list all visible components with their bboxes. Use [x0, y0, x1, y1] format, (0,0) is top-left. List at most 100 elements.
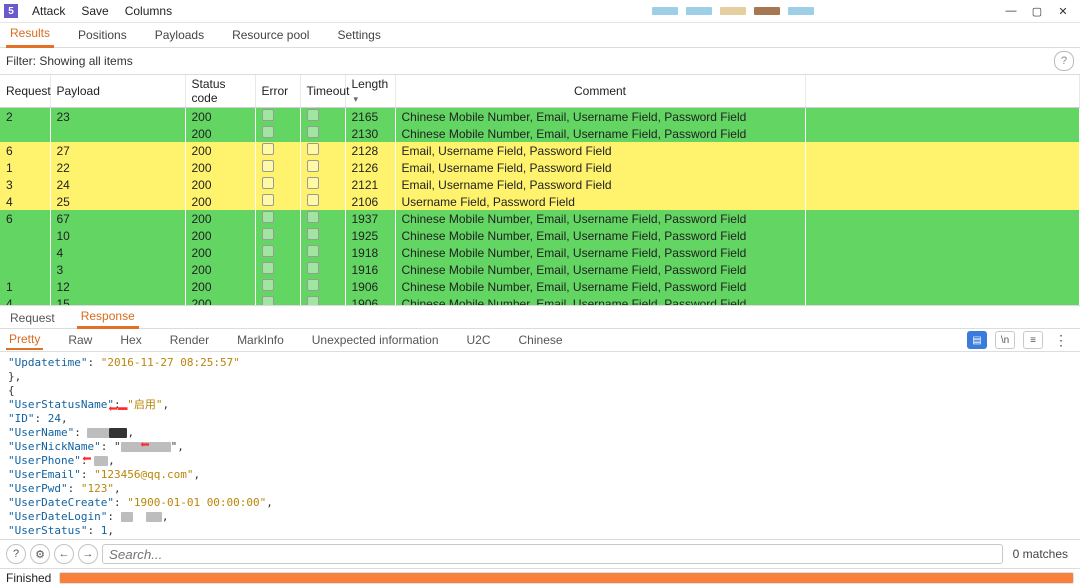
checkbox-icon	[262, 245, 274, 257]
checkbox-icon	[262, 177, 274, 189]
field-id: "ID"	[8, 412, 35, 425]
app-icon: 5	[4, 4, 18, 18]
tab-resource[interactable]: Resource pool	[228, 24, 313, 47]
field-username: "UserName"	[8, 426, 74, 439]
checkbox-icon	[262, 126, 274, 138]
col-payload[interactable]: Payload	[50, 75, 185, 108]
checkbox-icon	[262, 279, 274, 291]
checkbox-icon	[307, 262, 319, 274]
checkbox-icon	[262, 228, 274, 240]
field-userstatus: "UserStatus"	[8, 524, 87, 537]
table-row[interactable]: 1122001906Chinese Mobile Number, Email, …	[0, 278, 1080, 295]
word-wrap-icon[interactable]: \n	[995, 331, 1015, 349]
status-label: Finished	[6, 571, 51, 585]
tab-request[interactable]: Request	[6, 308, 59, 328]
table-row[interactable]: 2002130Chinese Mobile Number, Email, Use…	[0, 125, 1080, 142]
close-button[interactable]: ✕	[1050, 1, 1076, 21]
help-icon[interactable]: ?	[1054, 51, 1074, 71]
layout-rows-icon[interactable]: ≡	[1023, 331, 1043, 349]
col-request[interactable]: Request	[0, 75, 50, 108]
checkbox-icon	[307, 228, 319, 240]
table-row[interactable]: 102001925Chinese Mobile Number, Email, U…	[0, 227, 1080, 244]
col-error[interactable]: Error	[255, 75, 300, 108]
view-chinese[interactable]: Chinese	[516, 331, 566, 349]
filter-bar[interactable]: Filter: Showing all items ?	[0, 48, 1080, 75]
menu-save[interactable]: Save	[73, 2, 116, 20]
search-bar: ? ⚙ ← → 0 matches	[0, 539, 1080, 568]
checkbox-icon	[262, 296, 274, 306]
sort-desc-icon: ▾	[354, 94, 359, 105]
title-bar: 5 Attack Save Columns — ▢ ✕	[0, 0, 1080, 23]
checkbox-icon	[307, 126, 319, 138]
table-row[interactable]: 4252002106Username Field, Password Field	[0, 193, 1080, 210]
table-row[interactable]: 32001916Chinese Mobile Number, Email, Us…	[0, 261, 1080, 278]
search-input[interactable]	[102, 544, 1003, 564]
menu-columns[interactable]: Columns	[117, 2, 180, 20]
field-usernickname: "UserNickName"	[8, 440, 101, 453]
taskbar-hint	[686, 7, 712, 15]
view-raw[interactable]: Raw	[65, 331, 95, 349]
checkbox-icon	[262, 160, 274, 172]
search-prev-icon[interactable]: ←	[54, 544, 74, 564]
checkbox-icon	[307, 109, 319, 121]
checkbox-icon	[307, 279, 319, 291]
col-comment[interactable]: Comment	[395, 75, 805, 108]
tab-settings[interactable]: Settings	[333, 24, 384, 47]
layout-columns-icon[interactable]: ▤	[967, 331, 987, 349]
tab-response[interactable]: Response	[77, 306, 139, 329]
table-row[interactable]: 2232002165Chinese Mobile Number, Email, …	[0, 108, 1080, 126]
filter-text: Filter: Showing all items	[6, 54, 133, 68]
status-bar: Finished	[0, 568, 1080, 587]
search-settings-icon[interactable]: ⚙	[30, 544, 50, 564]
results-table[interactable]: Request Payload Status code Error Timeou…	[0, 75, 1080, 306]
checkbox-icon	[262, 211, 274, 223]
search-help-icon[interactable]: ?	[6, 544, 26, 564]
table-row[interactable]: 1222002126Email, Username Field, Passwor…	[0, 159, 1080, 176]
rr-tabs: Request Response	[0, 306, 1080, 329]
field-usertype: "UserType"	[8, 538, 74, 539]
taskbar-hint	[754, 7, 780, 15]
checkbox-icon	[307, 211, 319, 223]
checkbox-icon	[262, 143, 274, 155]
taskbar-hint	[720, 7, 746, 15]
col-length[interactable]: Length▾	[345, 75, 395, 108]
tab-results[interactable]: Results	[6, 22, 54, 48]
field-userdatelogin: "UserDateLogin"	[8, 510, 107, 523]
col-status[interactable]: Status code	[185, 75, 255, 108]
minimize-button[interactable]: —	[998, 1, 1024, 21]
search-next-icon[interactable]: →	[78, 544, 98, 564]
checkbox-icon	[262, 262, 274, 274]
more-options-icon[interactable]: ⋮	[1051, 330, 1072, 351]
col-empty	[805, 75, 1080, 108]
tab-payloads[interactable]: Payloads	[151, 24, 208, 47]
table-row[interactable]: 42001918Chinese Mobile Number, Email, Us…	[0, 244, 1080, 261]
checkbox-icon	[307, 177, 319, 189]
table-row[interactable]: 6272002128Email, Username Field, Passwor…	[0, 142, 1080, 159]
checkbox-icon	[307, 143, 319, 155]
table-row[interactable]: 4152001906Chinese Mobile Number, Email, …	[0, 295, 1080, 306]
view-pretty[interactable]: Pretty	[6, 330, 43, 350]
taskbar-hint	[788, 7, 814, 15]
view-unexpected[interactable]: Unexpected information	[309, 331, 442, 349]
view-render[interactable]: Render	[167, 331, 212, 349]
col-timeout[interactable]: Timeout	[300, 75, 345, 108]
taskbar-hint	[652, 7, 678, 15]
field-userstatusname: "UserStatusName"	[8, 398, 114, 411]
maximize-button[interactable]: ▢	[1024, 1, 1050, 21]
tab-positions[interactable]: Positions	[74, 24, 131, 47]
view-u2c[interactable]: U2C	[464, 331, 494, 349]
response-editor[interactable]: "Updatetime": "2016-11-27 08:25:57" }, {…	[0, 352, 1080, 539]
checkbox-icon	[262, 109, 274, 121]
table-row[interactable]: 3242002121Email, Username Field, Passwor…	[0, 176, 1080, 193]
field-updatetime: "Updatetime"	[8, 356, 87, 369]
progress-bar	[59, 572, 1074, 584]
view-markinfo[interactable]: MarkInfo	[234, 331, 287, 349]
view-hex[interactable]: Hex	[117, 331, 144, 349]
checkbox-icon	[262, 194, 274, 206]
checkbox-icon	[307, 194, 319, 206]
table-row[interactable]: 6672001937Chinese Mobile Number, Email, …	[0, 210, 1080, 227]
search-match-count: 0 matches	[1007, 547, 1074, 561]
checkbox-icon	[307, 160, 319, 172]
menu-attack[interactable]: Attack	[24, 2, 73, 20]
checkbox-icon	[307, 296, 319, 306]
